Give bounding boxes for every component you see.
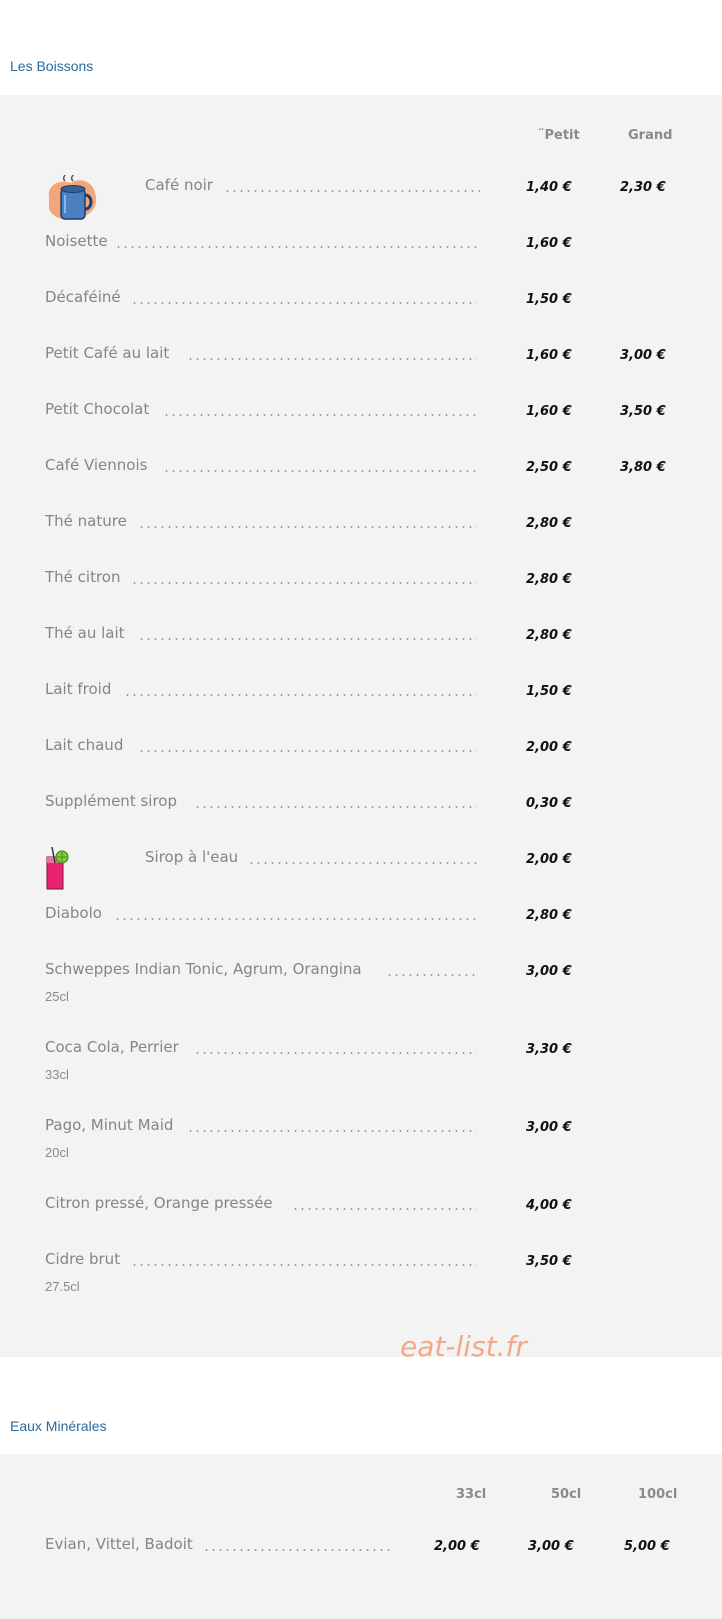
- price-grand: 3,00 €: [620, 348, 666, 363]
- menu-item-name: Petit Chocolat: [45, 400, 150, 418]
- leader-dots: [163, 470, 477, 472]
- menu-item-name: Lait froid: [45, 680, 112, 698]
- leader-dots: [114, 918, 477, 920]
- leader-dots: [131, 302, 477, 304]
- menu-item-name: Diabolo: [45, 904, 102, 922]
- menu-item-name: Cidre brut: [45, 1250, 121, 1268]
- price-petit: 1,60 €: [526, 348, 572, 363]
- menu-item-name: Citron pressé, Orange pressée: [45, 1194, 273, 1212]
- section-title-eaux: Eaux Minérales: [10, 1418, 107, 1434]
- price-petit: 2,80 €: [526, 516, 572, 531]
- column-header-100cl: 100cl: [638, 1487, 678, 1502]
- price-grand: 3,80 €: [620, 460, 666, 475]
- leader-dots: [138, 638, 477, 640]
- price-petit: 1,40 €: [526, 180, 572, 195]
- leader-dots: [292, 1208, 477, 1210]
- price-petit: 1,50 €: [526, 684, 572, 699]
- menu-item-name: Schweppes Indian Tonic, Agrum, Orangina: [45, 960, 362, 978]
- leader-dots: [124, 694, 477, 696]
- coffee-mug-icon: [45, 172, 101, 228]
- menu-item-name: Café Viennois: [45, 456, 148, 474]
- price-petit: 2,80 €: [526, 628, 572, 643]
- price-petit: 0,30 €: [526, 796, 572, 811]
- menu-item-name: Lait chaud: [45, 736, 124, 754]
- leader-dots: [194, 806, 477, 808]
- volume-note: 25cl: [45, 989, 69, 1004]
- menu-item-name: Noisette: [45, 232, 108, 250]
- leader-dots: [115, 246, 477, 248]
- leader-dots: [224, 190, 480, 192]
- leader-dots: [194, 1052, 477, 1054]
- price-petit: 1,60 €: [526, 236, 572, 251]
- price-petit: 4,00 €: [526, 1198, 572, 1213]
- menu-item-name: Thé nature: [45, 512, 127, 530]
- leader-dots: [131, 582, 477, 584]
- price-grand: 3,50 €: [620, 404, 666, 419]
- price-petit: 2,80 €: [526, 908, 572, 923]
- price-petit: 2,00 €: [526, 852, 572, 867]
- menu-item-name: Supplément sirop: [45, 792, 177, 810]
- price-petit: 3,30 €: [526, 1042, 572, 1057]
- menu-item-name: Thé au lait: [45, 624, 125, 642]
- leader-dots: [187, 1130, 477, 1132]
- price-petit: 2,00 €: [526, 740, 572, 755]
- price-petit: 1,60 €: [526, 404, 572, 419]
- column-header-grand: Grand: [628, 128, 673, 143]
- leader-dots: [138, 526, 477, 528]
- leader-dots: [386, 974, 477, 976]
- leader-dots: [131, 1264, 477, 1266]
- column-header-petit: ¨Petit: [538, 128, 580, 143]
- leader-dots: [248, 862, 480, 864]
- price-petit: 3,50 €: [526, 1254, 572, 1269]
- volume-note: 33cl: [45, 1067, 69, 1082]
- price-grand: 2,30 €: [620, 180, 666, 195]
- price-petit: 3,00 €: [526, 1120, 572, 1135]
- menu-panel-eaux: 33cl 50cl 100cl Evian, Vittel, Badoit 2,…: [0, 1454, 722, 1619]
- price-petit: 3,00 €: [526, 964, 572, 979]
- volume-note: 27.5cl: [45, 1279, 80, 1294]
- menu-item-name: Pago, Minut Maid: [45, 1116, 174, 1134]
- column-header-33cl: 33cl: [456, 1487, 487, 1502]
- column-header-50cl: 50cl: [551, 1487, 582, 1502]
- menu-panel-boissons: ¨Petit Grand Café noir 1,40 € 2,30 € Noi…: [0, 95, 722, 1357]
- watermark-text: eat-list.fr: [400, 1330, 527, 1363]
- leader-dots: [187, 358, 477, 360]
- leader-dots: [138, 750, 477, 752]
- menu-item-name: Petit Café au lait: [45, 344, 170, 362]
- price-50cl: 3,00 €: [528, 1539, 574, 1554]
- price-petit: 2,80 €: [526, 572, 572, 587]
- price-33cl: 2,00 €: [434, 1539, 480, 1554]
- leader-dots: [203, 1549, 391, 1551]
- menu-item-name: Sirop à l'eau: [145, 848, 239, 866]
- price-petit: 2,50 €: [526, 460, 572, 475]
- menu-item-name: Coca Cola, Perrier: [45, 1038, 179, 1056]
- menu-item-name: Café noir: [145, 176, 213, 194]
- menu-item-name: Evian, Vittel, Badoit: [45, 1535, 193, 1553]
- menu-item-name: Thé citron: [45, 568, 121, 586]
- leader-dots: [163, 414, 477, 416]
- section-title-boissons: Les Boissons: [10, 58, 94, 74]
- price-petit: 1,50 €: [526, 292, 572, 307]
- volume-note: 20cl: [45, 1145, 69, 1160]
- price-100cl: 5,00 €: [624, 1539, 670, 1554]
- menu-item-name: Décaféiné: [45, 288, 121, 306]
- cocktail-glass-icon: [44, 846, 70, 896]
